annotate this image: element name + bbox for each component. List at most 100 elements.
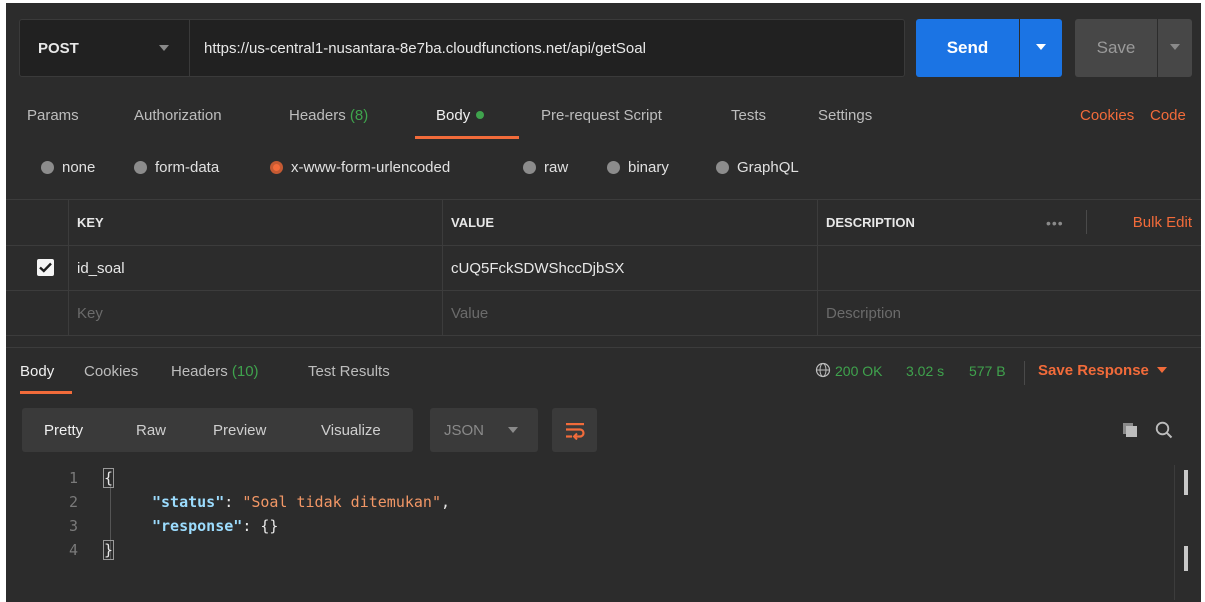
new-value-field[interactable]: Value <box>442 291 817 335</box>
radio-label: GraphQL <box>737 159 799 176</box>
radio-raw[interactable]: raw <box>523 159 568 176</box>
globe-icon <box>815 362 831 378</box>
table-row-new: Key Value Description <box>6 290 1201 336</box>
checkmark-icon <box>39 262 52 273</box>
param-description-cell[interactable] <box>817 246 1201 290</box>
radio-circle-selected <box>270 161 283 174</box>
response-time[interactable]: 3.02 s <box>906 363 944 379</box>
code-line-3: "response": {} <box>152 517 279 535</box>
chevron-down-icon <box>1036 44 1046 50</box>
active-response-tab-indicator <box>20 391 72 394</box>
status-code[interactable]: 200 OK <box>835 363 882 379</box>
copy-icon-shape <box>1123 423 1137 437</box>
search-icon-shape <box>1155 421 1173 439</box>
network-globe-icon[interactable] <box>815 362 831 383</box>
wrap-lines-button[interactable] <box>552 408 597 452</box>
url-input[interactable]: https://us-central1-nusantara-8e7ba.clou… <box>190 19 905 77</box>
save-options-button[interactable] <box>1158 19 1192 77</box>
active-tab-indicator <box>415 136 519 139</box>
radio-binary[interactable]: binary <box>607 159 669 176</box>
format-label: JSON <box>444 421 485 439</box>
tab-params[interactable]: Params <box>27 107 79 124</box>
radio-circle <box>716 161 729 174</box>
tab-body[interactable]: Body <box>436 107 485 124</box>
cookies-link[interactable]: Cookies <box>1080 107 1134 124</box>
postman-window: POST https://us-central1-nusantara-8e7ba… <box>6 3 1201 602</box>
body-type-options: none form-data x-www-form-urlencoded raw… <box>6 153 1201 183</box>
send-button[interactable]: Send <box>916 19 1019 77</box>
response-tab-headers[interactable]: Headers (10) <box>171 363 259 380</box>
tab-tests[interactable]: Tests <box>731 107 766 124</box>
method-select[interactable]: POST <box>19 19 190 77</box>
radio-label: form-data <box>155 159 220 176</box>
response-size[interactable]: 577 B <box>969 363 1006 379</box>
send-options-button[interactable] <box>1020 19 1062 77</box>
save-response-label: Save Response <box>1038 362 1149 379</box>
bulk-edit-link[interactable]: Bulk Edit <box>1133 200 1192 245</box>
scrollbar-thumb[interactable] <box>1184 470 1188 495</box>
radio-form-data[interactable]: form-data <box>134 159 219 176</box>
radio-graphql[interactable]: GraphQL <box>716 159 799 176</box>
header-divider <box>1086 210 1087 234</box>
view-pretty-button[interactable]: Pretty <box>44 408 83 452</box>
save-response-button[interactable]: Save Response <box>1038 362 1167 379</box>
code-link[interactable]: Code <box>1150 107 1186 124</box>
copy-icon[interactable] <box>1122 422 1138 438</box>
chevron-down-icon <box>159 45 169 51</box>
response-view-toolbar: Pretty Raw Preview Visualize JSON <box>22 408 1192 452</box>
scrollbar-track <box>1174 465 1175 600</box>
view-raw-button[interactable]: Raw <box>136 408 166 452</box>
radio-circle <box>41 161 54 174</box>
radio-none[interactable]: none <box>41 159 95 176</box>
wrap-lines-icon <box>565 423 585 440</box>
new-key-field[interactable]: Key <box>68 291 442 335</box>
tab-body-label: Body <box>436 107 471 124</box>
response-tab-headers-label: Headers <box>171 363 228 380</box>
search-icon[interactable] <box>1154 420 1174 440</box>
params-table: KEY VALUE DESCRIPTION ••• Bulk Edit id_s… <box>6 199 1201 342</box>
body-indicator-dot <box>476 111 485 119</box>
param-key-cell[interactable]: id_soal <box>68 246 442 290</box>
open-brace: { <box>102 468 115 488</box>
code-line-1: { <box>102 468 115 488</box>
table-header-row: KEY VALUE DESCRIPTION ••• Bulk Edit <box>6 199 1201 245</box>
scrollbar-marker <box>1184 546 1188 571</box>
response-tab-body[interactable]: Body <box>20 363 54 380</box>
tab-headers[interactable]: Headers (8) <box>289 107 368 124</box>
line-number: 4 <box>68 541 78 559</box>
more-options-icon[interactable]: ••• <box>1046 200 1064 245</box>
close-brace: } <box>102 540 115 560</box>
response-tab-test-results[interactable]: Test Results <box>308 363 390 380</box>
section-divider <box>6 347 1201 348</box>
format-select[interactable]: JSON <box>430 408 538 452</box>
json-value-response: {} <box>260 517 279 535</box>
view-mode-group: Pretty Raw Preview Visualize <box>22 408 413 452</box>
headers-count: (8) <box>349 107 369 124</box>
json-key-status: "status" <box>152 493 225 511</box>
tab-settings[interactable]: Settings <box>818 107 872 124</box>
method-label: POST <box>38 39 79 57</box>
radio-x-www-form-urlencoded[interactable]: x-www-form-urlencoded <box>270 159 450 176</box>
radio-label: none <box>62 159 96 176</box>
chevron-down-icon <box>1156 367 1167 373</box>
meta-divider <box>1024 361 1025 385</box>
code-line-4: } <box>102 540 115 560</box>
view-visualize-button[interactable]: Visualize <box>321 408 381 452</box>
tab-authorization[interactable]: Authorization <box>134 107 222 124</box>
param-value-cell[interactable]: cUQ5FckSDWShccDjbSX <box>442 246 817 290</box>
tab-pre-request-script[interactable]: Pre-request Script <box>541 107 662 124</box>
row-checkbox[interactable] <box>37 259 54 276</box>
tab-headers-label: Headers <box>289 107 346 124</box>
response-tab-cookies[interactable]: Cookies <box>84 363 138 380</box>
radio-label: binary <box>628 159 669 176</box>
radio-label: x-www-form-urlencoded <box>291 159 451 176</box>
radio-circle <box>134 161 147 174</box>
column-header-key: KEY <box>68 200 442 245</box>
view-preview-button[interactable]: Preview <box>213 408 266 452</box>
save-button[interactable]: Save <box>1075 19 1157 77</box>
json-value-status: "Soal tidak ditemukan" <box>242 493 441 511</box>
response-headers-count: (10) <box>231 363 259 380</box>
line-number: 2 <box>68 493 78 511</box>
new-description-field[interactable]: Description <box>817 291 1201 335</box>
response-body-editor[interactable]: 1 2 3 4 { "status": "Soal tidak ditemuka… <box>6 465 1201 595</box>
